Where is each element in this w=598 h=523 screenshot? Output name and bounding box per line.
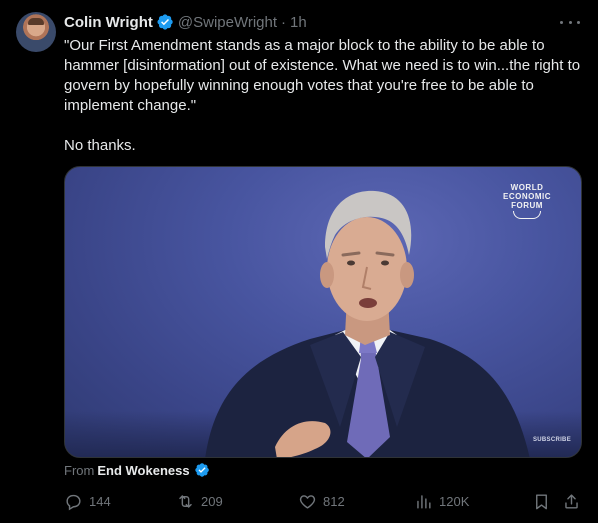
repost-button[interactable]: 209 [176, 490, 223, 512]
subscribe-label[interactable]: SUBSCRIBE [533, 437, 571, 443]
tweet[interactable]: Colin Wright @SwipeWright · 1h "Our Firs… [0, 0, 598, 523]
tweet-header: Colin Wright @SwipeWright · 1h [64, 12, 307, 32]
share-icon [565, 493, 578, 509]
verified-badge-icon [194, 462, 210, 478]
tweet-comment-text: No thanks. [64, 137, 136, 154]
author-name[interactable]: Colin Wright [64, 14, 153, 31]
attribution-source[interactable]: End Wokeness [97, 463, 189, 478]
more-icon[interactable] [560, 14, 580, 30]
like-count: 812 [323, 493, 345, 509]
reply-count: 144 [89, 493, 111, 509]
bookmark-button[interactable] [532, 490, 551, 512]
reply-button[interactable]: 144 [64, 490, 111, 512]
speaker-figure [205, 190, 530, 457]
separator-dot: · [281, 13, 287, 31]
media-attribution: From End Wokeness [64, 462, 210, 478]
bookmark-icon [536, 493, 547, 509]
avatar[interactable] [16, 12, 56, 52]
tweet-quote-text: "Our First Amendment stands as a major b… [64, 37, 581, 114]
timestamp[interactable]: 1h [290, 14, 307, 31]
reply-icon [66, 494, 81, 510]
wef-watermark: WORLD ECONOMIC FORUM [497, 183, 557, 219]
views-icon [417, 494, 431, 509]
views-button[interactable]: 120K [414, 490, 469, 512]
video-player[interactable]: WORLD ECONOMIC FORUM SUBSCRIBE [64, 166, 582, 458]
repost-count: 209 [201, 493, 223, 509]
attribution-prefix: From [64, 462, 95, 478]
repost-icon [179, 494, 192, 508]
like-button[interactable]: 812 [298, 490, 345, 512]
tweet-text: "Our First Amendment stands as a major b… [64, 36, 584, 156]
like-icon [299, 494, 316, 509]
action-bar: 144 209 812 120K [64, 490, 584, 512]
view-count: 120K [439, 493, 470, 509]
verified-badge-icon[interactable] [156, 13, 174, 31]
share-button[interactable] [562, 490, 581, 512]
author-handle[interactable]: @SwipeWright [178, 14, 277, 31]
